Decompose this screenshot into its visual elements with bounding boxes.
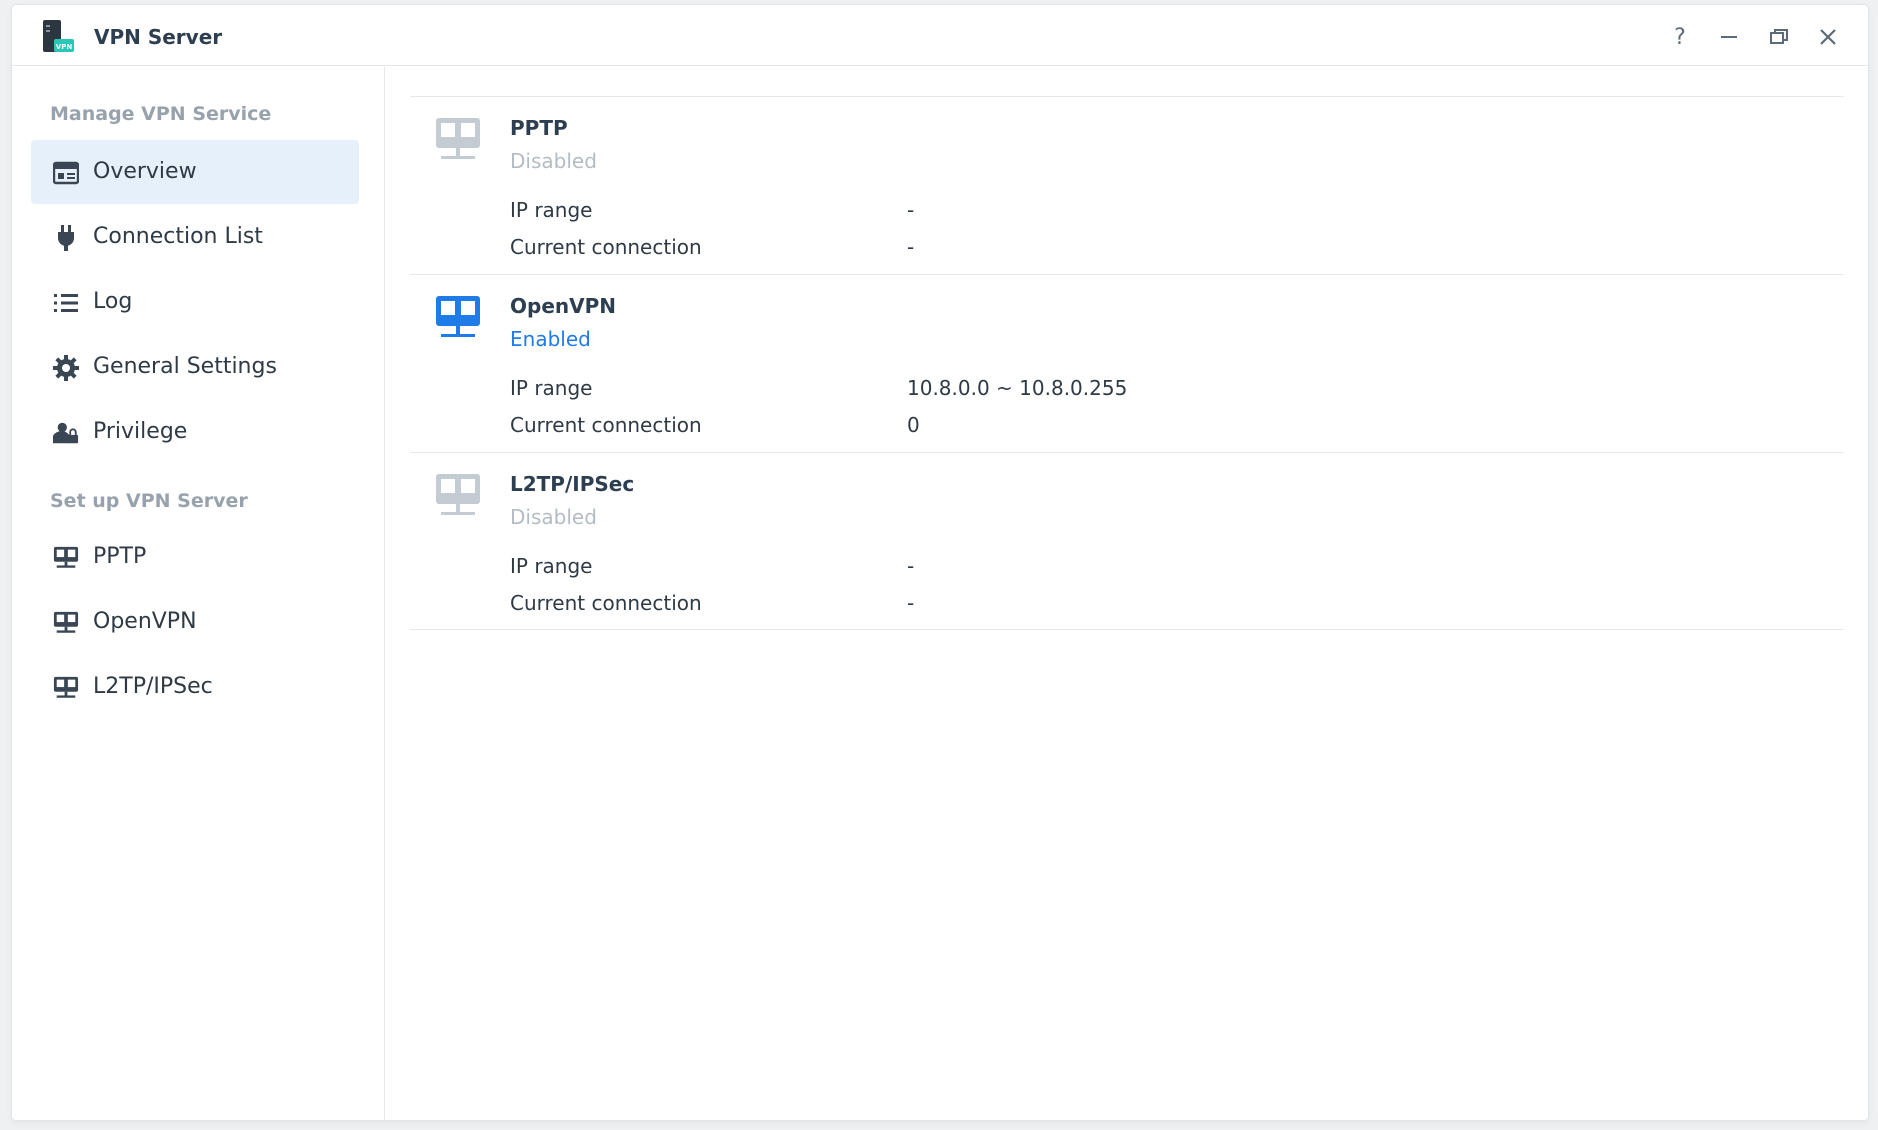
current-connection-label: Current connection — [510, 235, 702, 259]
ip-range-label: IP range — [510, 376, 593, 400]
sidebar-item-general-settings[interactable]: General Settings — [31, 335, 359, 399]
ip-range-label: IP range — [510, 554, 593, 578]
svg-text:VPN: VPN — [56, 43, 73, 51]
sidebar-item-l2tp-ipsec[interactable]: L2TP/IPSec — [31, 655, 359, 719]
minimize-icon — [1721, 36, 1737, 38]
overview-card-icon — [53, 160, 79, 186]
service-status: Disabled — [510, 505, 597, 529]
sidebar-item-openvpn[interactable]: OpenVPN — [31, 590, 359, 654]
list-icon — [53, 290, 79, 316]
current-connection-value: 0 — [907, 413, 920, 437]
network-icon — [53, 675, 79, 701]
network-icon — [53, 610, 79, 636]
restore-icon — [1770, 29, 1788, 44]
network-icon — [53, 545, 79, 571]
service-status: Enabled — [510, 327, 591, 351]
sidebar-item-label: PPTP — [93, 544, 147, 569]
current-connection-value: - — [907, 591, 915, 615]
service-name: L2TP/IPSec — [510, 472, 635, 496]
current-connection-label: Current connection — [510, 413, 702, 437]
sidebar-item-overview[interactable]: Overview — [31, 140, 359, 204]
network-disabled-icon — [435, 473, 481, 519]
service-name: PPTP — [510, 116, 568, 140]
section-header-setup: Set up VPN Server — [50, 490, 248, 512]
sidebar-item-log[interactable]: Log — [31, 270, 359, 334]
sidebar-item-label: Log — [93, 289, 133, 314]
sidebar-item-label: L2TP/IPSec — [93, 674, 213, 699]
sidebar-item-label: OpenVPN — [93, 609, 197, 634]
sidebar-item-pptp[interactable]: PPTP — [31, 525, 359, 589]
current-connection-value: - — [907, 235, 915, 259]
section-header-manage: Manage VPN Service — [50, 103, 272, 125]
app-window: VPN VPN Server ? Manage VPN Service Over… — [12, 5, 1868, 1120]
user-lock-icon — [53, 420, 79, 446]
ip-range-value: - — [907, 198, 915, 222]
overview-panel: PPTP Disabled IP range - Current connect… — [386, 67, 1868, 1120]
service-name: OpenVPN — [510, 294, 616, 318]
ip-range-value: 10.8.0.0 ~ 10.8.0.255 — [907, 376, 1128, 400]
service-card-l2tp-ipsec: L2TP/IPSec Disabled IP range - Current c… — [410, 452, 1844, 630]
restore-button[interactable] — [1765, 23, 1793, 51]
network-enabled-icon — [435, 295, 481, 341]
sidebar-item-connection-list[interactable]: Connection List — [31, 205, 359, 269]
vpn-server-app-icon: VPN — [40, 19, 76, 55]
help-button[interactable]: ? — [1666, 23, 1694, 51]
current-connection-label: Current connection — [510, 591, 702, 615]
sidebar: Manage VPN Service Overview Connection L… — [12, 67, 385, 1120]
help-icon: ? — [1674, 24, 1686, 50]
close-icon — [1820, 29, 1836, 45]
ip-range-value: - — [907, 554, 915, 578]
sidebar-item-label: Overview — [93, 159, 197, 184]
close-button[interactable] — [1814, 23, 1842, 51]
gear-icon — [53, 355, 79, 381]
network-disabled-icon — [435, 117, 481, 163]
service-status: Disabled — [510, 149, 597, 173]
window-title: VPN Server — [94, 25, 223, 49]
service-card-pptp: PPTP Disabled IP range - Current connect… — [410, 96, 1844, 274]
title-bar: VPN VPN Server ? — [12, 5, 1868, 66]
sidebar-item-label: Privilege — [93, 419, 188, 444]
sidebar-item-label: Connection List — [93, 224, 263, 249]
plug-icon — [53, 225, 79, 251]
sidebar-item-privilege[interactable]: Privilege — [31, 400, 359, 464]
service-card-openvpn: OpenVPN Enabled IP range 10.8.0.0 ~ 10.8… — [410, 274, 1844, 452]
sidebar-item-label: General Settings — [93, 354, 277, 379]
minimize-button[interactable] — [1715, 23, 1743, 51]
ip-range-label: IP range — [510, 198, 593, 222]
